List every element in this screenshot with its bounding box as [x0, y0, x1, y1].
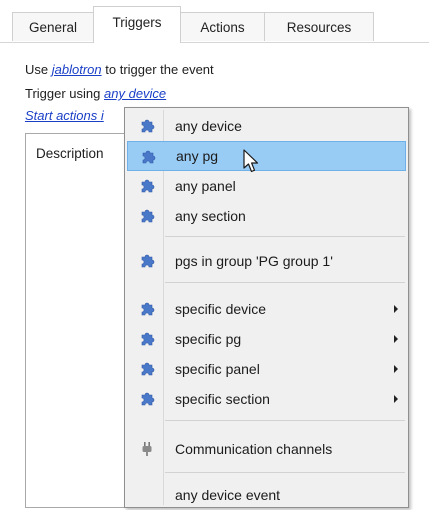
menu-item-specific-panel[interactable]: specific panel — [127, 354, 406, 384]
menu-item-any-panel[interactable]: any panel — [127, 171, 406, 201]
menu-item-label: Communication channels — [175, 441, 333, 457]
trigger-using-link[interactable]: any device — [104, 86, 166, 101]
submenu-arrow-icon — [394, 305, 398, 313]
menu-item-label: specific panel — [175, 361, 260, 377]
menu-separator — [165, 282, 405, 283]
tab-triggers[interactable]: Triggers — [93, 6, 181, 43]
trigger-source-link[interactable]: jablotron — [52, 62, 102, 77]
puzzle-icon — [141, 332, 155, 346]
puzzle-icon — [141, 392, 155, 406]
tab-resources[interactable]: Resources — [264, 12, 374, 41]
menu-item-label: specific section — [175, 391, 270, 407]
trigger-source-line: Use jablotron to trigger the event — [25, 62, 214, 77]
tab-triggers-label: Triggers — [112, 14, 162, 30]
submenu-arrow-icon — [394, 335, 398, 343]
tab-bar: General Triggers Actions Resources — [0, 0, 429, 43]
menu-item-specific-pg[interactable]: specific pg — [127, 324, 406, 354]
submenu-arrow-icon — [394, 395, 398, 403]
menu-item-label: any section — [175, 208, 246, 224]
menu-item-label: any device event — [175, 487, 281, 503]
tab-general-label: General — [28, 19, 78, 35]
menu-item-label: any device — [175, 118, 242, 134]
menu-item-label: any panel — [175, 178, 236, 194]
tab-resources-label: Resources — [286, 19, 352, 35]
tab-divider — [0, 42, 429, 43]
menu-item-any-section[interactable]: any section — [127, 201, 406, 231]
trigger-source-suffix: to trigger the event — [105, 62, 214, 77]
menu-item-label: specific device — [175, 301, 267, 317]
puzzle-icon — [141, 119, 155, 133]
tab-actions[interactable]: Actions — [180, 12, 265, 41]
start-actions-line: Start actions i — [25, 108, 104, 123]
menu-separator — [165, 472, 405, 473]
trigger-source-prefix: Use — [25, 62, 49, 77]
start-actions-link[interactable]: Start actions i — [25, 108, 104, 123]
plug-icon — [142, 442, 152, 456]
trigger-using-line: Trigger using any device — [25, 86, 166, 101]
puzzle-icon — [141, 254, 155, 268]
menu-item-any-device-event[interactable]: any device event — [127, 480, 406, 510]
puzzle-icon — [141, 362, 155, 376]
menu-item-any-device[interactable]: any device — [127, 111, 406, 141]
menu-item-specific-section[interactable]: specific section — [127, 384, 406, 414]
menu-item-specific-device[interactable]: specific device — [127, 294, 406, 324]
description-label: Description — [36, 146, 104, 161]
menu-item-communication-channels[interactable]: Communication channels — [127, 434, 406, 464]
menu-item-label: specific pg — [175, 331, 242, 347]
menu-item-label: any pg — [176, 148, 219, 164]
puzzle-icon — [141, 302, 155, 316]
menu-item-label: pgs in group 'PG group 1' — [175, 253, 333, 269]
puzzle-icon — [141, 179, 155, 193]
submenu-arrow-icon — [394, 365, 398, 373]
trigger-using-prefix: Trigger using — [25, 86, 101, 101]
mouse-pointer-icon — [243, 149, 259, 173]
menu-item-any-pg[interactable]: any pg — [127, 141, 406, 171]
puzzle-icon — [142, 150, 156, 164]
puzzle-icon — [141, 209, 155, 223]
menu-item-pgs-in-group[interactable]: pgs in group 'PG group 1' — [127, 246, 406, 276]
device-dropdown-menu: any device any pg any panel any section … — [124, 107, 409, 508]
menu-separator — [165, 420, 405, 421]
menu-separator — [165, 236, 405, 237]
tab-general[interactable]: General — [12, 12, 94, 41]
tab-actions-label: Actions — [200, 19, 245, 35]
